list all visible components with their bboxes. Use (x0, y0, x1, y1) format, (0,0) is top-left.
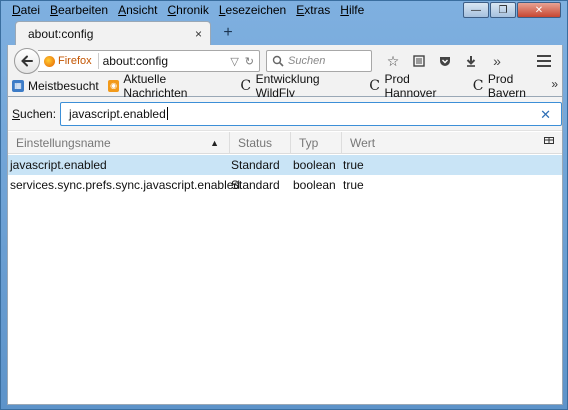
config-search-label: Suchen: (12, 106, 57, 121)
bookmarks-overflow-icon[interactable]: » (551, 77, 558, 91)
menu-lesezeichen[interactable]: Lesezeichen (214, 1, 291, 19)
bookmark-star-icon[interactable]: ☆ (380, 50, 406, 72)
browser-window: Datei Bearbeiten Ansicht Chronik Lesezei… (0, 0, 568, 410)
search-icon (272, 55, 284, 67)
pref-status: Standard (231, 158, 280, 172)
column-header-value[interactable]: Wert (342, 132, 536, 154)
menu-bar: Datei Bearbeiten Ansicht Chronik Lesezei… (7, 1, 477, 19)
bookmarks-menu-icon[interactable] (406, 50, 432, 72)
minimize-button[interactable]: — (463, 2, 489, 18)
pref-name: services.sync.prefs.sync.javascript.enab… (10, 178, 241, 192)
bookmark-prod-bayern[interactable]: C Prod Bayern (472, 72, 553, 100)
column-header-type[interactable]: Typ (291, 131, 342, 154)
menu-hamburger-icon[interactable] (532, 50, 556, 72)
back-arrow-icon (21, 55, 33, 67)
menu-datei[interactable]: Datei (7, 1, 45, 19)
pref-type: boolean (293, 158, 336, 172)
column-picker-icon[interactable] (536, 136, 562, 149)
table-row[interactable]: javascript.enabled Standard boolean true (8, 155, 562, 175)
bookmark-label: Entwicklung WildFly (255, 71, 320, 100)
tab-strip: about:config × + (7, 21, 563, 45)
config-search-row: Suchen: javascript.enabled ✕ (8, 97, 562, 131)
url-text[interactable]: about:config (103, 54, 231, 68)
bookmark-label: Meistbesucht (28, 78, 99, 93)
tab-close-icon[interactable]: × (195, 27, 202, 41)
dropdown-arrow-icon[interactable]: ▽ (230, 55, 238, 68)
column-header-status[interactable]: Status (230, 131, 291, 154)
pref-value: true (343, 158, 364, 172)
pref-value: true (343, 178, 364, 192)
identity-box[interactable]: Firefox (44, 53, 99, 69)
rss-icon: ◉ (107, 79, 120, 92)
firefox-icon (44, 55, 55, 67)
back-button[interactable] (14, 48, 40, 74)
menu-extras[interactable]: Extras (291, 1, 335, 19)
column-header-name[interactable]: Einstellungsname ▲ (8, 131, 230, 154)
reload-icon[interactable]: ↻ (245, 55, 254, 68)
new-tab-button[interactable]: + (219, 24, 237, 42)
bookmark-label: Aktuelle Nachrichten (123, 71, 188, 100)
download-icon[interactable] (458, 50, 484, 72)
menu-chronik[interactable]: Chronik (162, 1, 213, 19)
pref-status: Standard (231, 178, 280, 192)
menu-hilfe[interactable]: Hilfe (335, 1, 369, 19)
bookmark-label: Prod Hannover (384, 71, 437, 100)
folder-blue-icon: ▦ (12, 79, 24, 92)
table-row[interactable]: services.sync.prefs.sync.javascript.enab… (8, 175, 562, 195)
bookmark-label: Prod Bayern (487, 71, 526, 100)
config-search-value: javascript.enabled (69, 106, 166, 121)
sort-ascending-icon: ▲ (210, 137, 219, 148)
overflow-icon[interactable]: » (484, 50, 510, 72)
table-header: Einstellungsname ▲ Status Typ Wert (8, 131, 562, 154)
url-actions: ▽ ↻ (230, 55, 259, 68)
close-window-button[interactable]: ✕ (517, 2, 561, 18)
bookmark-aktuelle-nachrichten[interactable]: ◉ Aktuelle Nachrichten (107, 71, 231, 100)
tab-title: about:config (28, 26, 94, 41)
clear-search-icon[interactable]: ✕ (540, 107, 551, 123)
menu-ansicht[interactable]: Ansicht (113, 1, 162, 19)
c-icon: C (369, 77, 380, 94)
url-bar[interactable]: Firefox about:config ▽ ↻ (38, 50, 260, 72)
bookmark-meistbesucht[interactable]: ▦ Meistbesucht (12, 79, 99, 93)
window-controls: — ❐ ✕ (463, 2, 561, 18)
maximize-button[interactable]: ❐ (490, 2, 516, 18)
tab-about-config[interactable]: about:config × (15, 21, 211, 45)
c-icon: C (240, 77, 252, 94)
search-bar[interactable]: Suchen (266, 50, 372, 72)
pref-type: boolean (293, 178, 336, 192)
bookmark-entwicklung-wildfly[interactable]: C Entwicklung WildFly (240, 72, 360, 100)
identity-label: Firefox (58, 55, 92, 67)
config-page: Suchen: javascript.enabled ✕ Einstellung… (7, 97, 563, 405)
menu-bearbeiten[interactable]: Bearbeiten (45, 1, 113, 19)
bookmark-prod-hannover[interactable]: C Prod Hannover (369, 72, 463, 100)
toolbar-icons: ☆ » (380, 50, 510, 72)
config-search-input[interactable]: javascript.enabled ✕ (60, 101, 562, 126)
text-caret (166, 107, 168, 120)
pref-name: javascript.enabled (10, 158, 107, 172)
bookmarks-toolbar: ▦ Meistbesucht ◉ Aktuelle Nachrichten C … (7, 71, 563, 100)
nav-bar: Firefox about:config ▽ ↻ Suchen ☆ » (7, 45, 563, 75)
search-placeholder: Suchen (288, 55, 326, 67)
c-icon: C (472, 77, 484, 94)
pocket-icon[interactable] (432, 50, 458, 72)
